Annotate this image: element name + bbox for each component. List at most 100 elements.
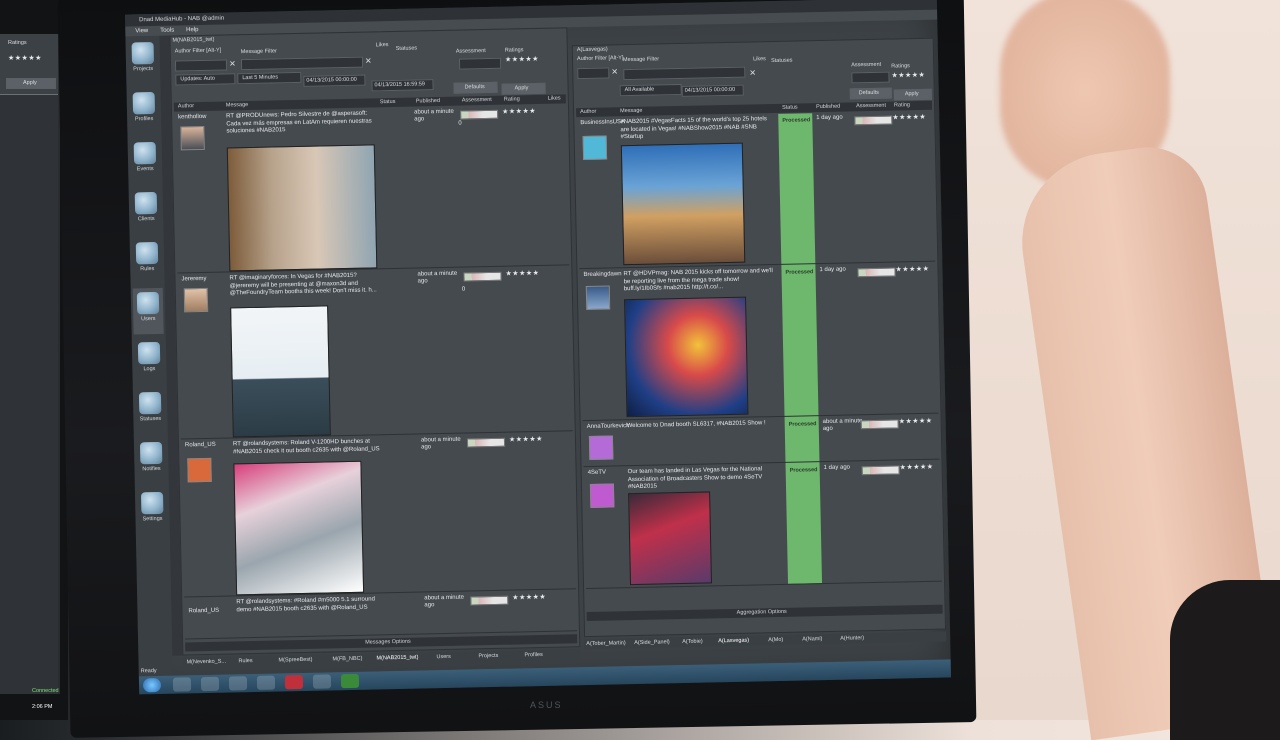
tweet-photo[interactable] (628, 491, 713, 586)
date-to-input[interactable]: 04/13/2015 16:59:59 (371, 79, 434, 92)
defaults-button[interactable]: Defaults (453, 81, 498, 94)
col-rating[interactable]: Rating (894, 101, 910, 110)
tweet-photo[interactable] (624, 296, 749, 418)
sidebar-item-profiles[interactable]: Profiles (129, 88, 160, 135)
tab-nab2015[interactable]: M(NAB2015_twt) (376, 655, 418, 662)
table-row[interactable]: Roland_US RT @rolandsystems: Roland V-12… (180, 432, 577, 598)
sidebar-item-statuses[interactable]: Statuses (135, 388, 166, 435)
col-author[interactable]: Author (178, 102, 194, 111)
rating-stars[interactable]: ★★★★★ (502, 107, 536, 116)
tab-spreebest[interactable]: M(SpreeBest) (278, 657, 312, 664)
clear-message-icon[interactable]: ✕ (365, 56, 372, 65)
tab-side-panel[interactable]: A(Side_Panel) (634, 639, 670, 646)
ie-icon[interactable] (172, 677, 192, 692)
assessment-bar[interactable] (861, 465, 900, 476)
table-row[interactable]: AnnaTourkevich Welcome to Dnad booth SL6… (582, 414, 940, 468)
sidebar-item-users[interactable]: Users (132, 287, 164, 335)
defaults-button[interactable]: Defaults (849, 87, 892, 100)
left-apply-button[interactable]: Apply (6, 78, 56, 89)
tweet-photo[interactable] (226, 144, 378, 272)
col-published[interactable]: Published (816, 103, 840, 113)
window-icon[interactable] (312, 674, 332, 689)
date-from-input[interactable]: 04/13/2015 00:00:00 (303, 74, 366, 87)
table-row[interactable]: Breakingdawn RT @HDVPmag: NAB 2015 kicks… (579, 262, 939, 422)
assessment-bar[interactable] (466, 437, 506, 448)
tab-nami[interactable]: A(Nami) (802, 636, 822, 642)
col-likes[interactable]: Likes (548, 94, 561, 103)
tab-rules[interactable]: Rules (238, 658, 252, 664)
left-ratings-stars[interactable]: ★★★★★ (8, 54, 42, 62)
col-message[interactable]: Message (226, 101, 249, 110)
sidebar-item-events[interactable]: Events (130, 138, 161, 185)
tab-fb-nbc[interactable]: M(FB_NBC) (332, 656, 362, 663)
table-row[interactable]: BusinessInsUSA #NAB2015 #VegasFacts 15 o… (576, 110, 936, 270)
tab-lasvegas[interactable]: A(Lasvegas) (718, 638, 749, 645)
author-filter-input[interactable] (174, 59, 228, 72)
terminal-icon[interactable] (256, 675, 276, 690)
tab-mo[interactable]: A(Mo) (768, 637, 783, 643)
message-filter-input[interactable] (623, 66, 746, 81)
excel-icon[interactable] (340, 673, 360, 689)
tab-profiles[interactable]: Profiles (524, 652, 542, 658)
ratings-filter-stars[interactable]: ★★★★★ (891, 71, 925, 80)
col-status[interactable]: Status (782, 104, 798, 113)
assessment-bar[interactable] (860, 419, 899, 430)
message-filter-input[interactable] (240, 56, 364, 71)
table-row[interactable]: Roland_US RT @rolandsystems: #Roland #m5… (184, 590, 577, 640)
table-row[interactable]: kenthollow RT @PRODUnews: Pedro Silvestr… (174, 104, 570, 274)
sidebar-item-notifies[interactable]: Notifies (136, 438, 167, 485)
menu-view[interactable]: View (135, 26, 148, 36)
tweet-photo[interactable] (620, 142, 746, 266)
clear-author-icon[interactable]: ✕ (611, 67, 618, 76)
tab-tobie[interactable]: A(Tobie) (682, 639, 703, 645)
chrome-icon[interactable] (228, 676, 248, 691)
table-row[interactable]: Jereremy RT @imaginaryforces: In Vegas f… (177, 266, 573, 440)
date-to-input[interactable]: 04/13/2015 00:00:00 (681, 84, 744, 97)
assessment-bar[interactable] (470, 595, 509, 606)
messages-tab[interactable]: M(NAB2015_twt) (172, 37, 214, 44)
updates-select[interactable]: Updates: Auto (175, 73, 236, 86)
rating-stars[interactable]: ★★★★★ (512, 593, 546, 602)
aggregation-options-bar[interactable]: Aggregation Options (586, 604, 943, 622)
assessment-select[interactable] (851, 71, 890, 84)
sidebar-item-logs[interactable]: Logs (134, 338, 165, 385)
rating-stars[interactable]: ★★★★★ (509, 435, 543, 444)
author-filter-input[interactable] (577, 67, 610, 80)
tab-users[interactable]: Users (436, 654, 450, 660)
assessment-bar[interactable] (857, 267, 896, 278)
assessment-select[interactable] (458, 57, 502, 70)
rating-stars[interactable]: ★★★★★ (900, 463, 934, 472)
ratings-filter-stars[interactable]: ★★★★★ (505, 55, 539, 64)
menu-tools[interactable]: Tools (160, 26, 174, 36)
app-icon[interactable] (284, 674, 304, 690)
col-assessment[interactable]: Assessment (462, 96, 492, 106)
sidebar-item-clients[interactable]: Clients (131, 188, 162, 235)
menu-help[interactable]: Help (186, 25, 199, 35)
col-published[interactable]: Published (416, 97, 440, 107)
rating-stars[interactable]: ★★★★★ (505, 269, 539, 278)
tab-projects[interactable]: Projects (478, 653, 498, 659)
tab-nevenko[interactable]: M(Nevenko_S... (186, 659, 226, 666)
assessment-bar[interactable] (460, 109, 499, 120)
col-author[interactable]: Author (580, 108, 596, 117)
col-assessment[interactable]: Assessment (856, 102, 886, 112)
sidebar-item-settings[interactable]: Settings (137, 488, 168, 535)
col-message[interactable]: Message (620, 107, 643, 116)
apply-button[interactable]: Apply (501, 82, 546, 95)
tab-hunter[interactable]: A(Hunter) (840, 635, 864, 641)
clear-author-icon[interactable]: ✕ (229, 59, 236, 68)
sidebar-item-projects[interactable]: Projects (127, 38, 158, 85)
rating-stars[interactable]: ★★★★★ (892, 113, 926, 122)
tab-tober-martin[interactable]: A(Tober_Martin) (586, 640, 626, 647)
rating-stars[interactable]: ★★★★★ (895, 265, 929, 274)
all-available-select[interactable]: All Available (619, 83, 682, 97)
aggregation-tab[interactable]: A(Lasvegas) (577, 46, 608, 53)
sidebar-item-rules[interactable]: Rules (132, 238, 163, 285)
start-button-icon[interactable] (142, 677, 162, 693)
apply-button[interactable]: Apply (893, 88, 932, 101)
clear-message-icon[interactable]: ✕ (749, 68, 756, 77)
folder-icon[interactable] (200, 676, 220, 692)
rating-stars[interactable]: ★★★★★ (899, 417, 933, 426)
tweet-photo[interactable] (230, 305, 331, 438)
assessment-bar[interactable] (463, 271, 502, 282)
